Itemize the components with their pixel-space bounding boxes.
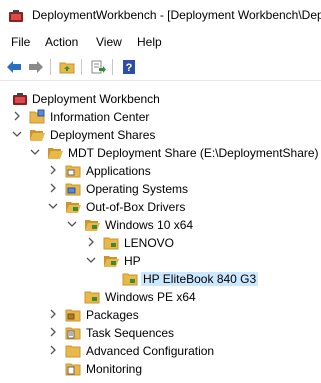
console-tree: Deployment Workbench Information Center …	[0, 81, 321, 383]
tree-label: HP EliteBook 840 G3	[141, 272, 259, 286]
menu-file[interactable]: File	[11, 35, 30, 49]
back-button[interactable]	[4, 57, 24, 77]
chevron-down-icon[interactable]	[86, 255, 96, 265]
menu-bar: File Action View Help	[0, 31, 321, 53]
operating-systems-folder-icon	[65, 183, 81, 196]
tree-label: Deployment Workbench	[32, 92, 160, 106]
arrow-right-icon	[29, 61, 43, 73]
tree-label: Out-of-Box Drivers	[86, 200, 186, 214]
packages-folder-icon	[65, 309, 81, 322]
forward-button[interactable]	[26, 57, 46, 77]
folder-icon	[65, 345, 81, 358]
tree-label: Operating Systems	[86, 182, 189, 196]
driver-folder-icon	[122, 273, 138, 286]
monitoring-folder-icon	[65, 363, 81, 376]
tree-label: Packages	[86, 308, 139, 322]
tree-label: MDT Deployment Share (E:\DeploymentShare…	[68, 146, 319, 160]
tree-label: Advanced Configuration	[86, 344, 215, 358]
tree-label: Monitoring	[86, 362, 143, 376]
toolbar-separator	[81, 59, 82, 75]
tree-label: HP	[124, 254, 141, 268]
driver-folder-open-icon	[85, 220, 100, 231]
folder-icon	[29, 109, 45, 124]
tree-label: Deployment Shares	[50, 128, 156, 142]
up-one-level-button[interactable]	[57, 57, 77, 77]
title-bar: DeploymentWorkbench - [Deployment Workbe…	[0, 0, 321, 31]
deployment-workbench-icon	[13, 93, 27, 105]
tree-label: Applications	[86, 164, 151, 178]
tree-label: Task Sequences	[86, 326, 175, 340]
share-folder-open-icon	[48, 148, 63, 159]
menu-help[interactable]: Help	[137, 35, 162, 49]
folder-open-icon	[30, 130, 45, 141]
toolbar: ?	[0, 54, 321, 81]
tree-label: Windows 10 x64	[105, 218, 194, 232]
chevron-right-icon[interactable]	[48, 327, 58, 337]
chevron-right-icon[interactable]	[48, 165, 58, 175]
driver-folder-open-icon	[104, 256, 119, 267]
chevron-right-icon[interactable]	[48, 345, 58, 355]
help-button[interactable]: ?	[119, 57, 139, 77]
arrow-left-icon	[7, 61, 21, 73]
deployment-workbench-app-icon	[9, 10, 23, 22]
tree-label: LENOVO	[124, 236, 175, 250]
chevron-down-icon[interactable]	[30, 147, 40, 157]
toolbar-separator	[50, 59, 51, 75]
drivers-folder-open-icon	[66, 202, 81, 213]
driver-folder-icon	[103, 237, 119, 250]
folder-up-icon	[59, 62, 75, 74]
chevron-down-icon[interactable]	[48, 201, 58, 211]
chevron-right-icon[interactable]	[86, 237, 96, 247]
toolbar-separator	[112, 59, 113, 75]
tree-label: Windows PE x64	[105, 290, 196, 304]
menu-action[interactable]: Action	[45, 35, 78, 49]
export-list-button[interactable]	[88, 57, 108, 77]
chevron-down-icon[interactable]	[67, 219, 77, 229]
help-icon: ?	[123, 60, 135, 74]
applications-folder-icon	[65, 165, 81, 178]
chevron-right-icon[interactable]	[48, 309, 58, 319]
chevron-right-icon[interactable]	[12, 111, 22, 121]
svg-text:?: ?	[126, 62, 133, 74]
chevron-right-icon[interactable]	[48, 183, 58, 193]
export-list-icon	[91, 60, 106, 74]
tree-label: Information Center	[50, 110, 150, 124]
menu-view[interactable]: View	[96, 35, 122, 49]
chevron-down-icon[interactable]	[12, 129, 22, 139]
task-sequences-folder-icon	[65, 327, 81, 340]
window-title: DeploymentWorkbench - [Deployment Workbe…	[32, 8, 321, 22]
driver-folder-icon	[84, 291, 100, 304]
